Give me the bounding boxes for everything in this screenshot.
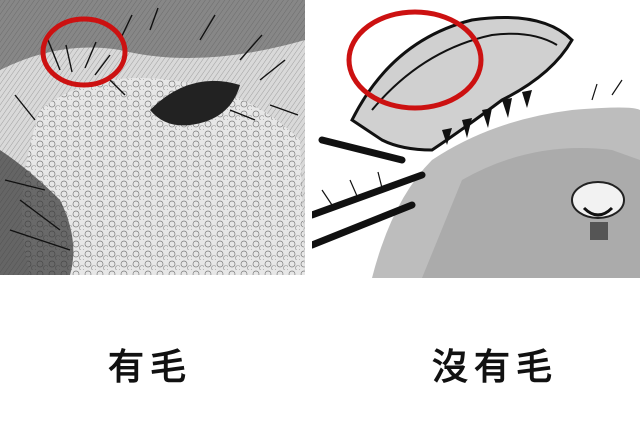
left-sketch-panel	[0, 0, 305, 275]
hairless-crab-sketch	[312, 0, 640, 278]
right-sketch-panel	[312, 0, 640, 278]
caption-hairless: 沒有毛	[432, 346, 559, 388]
hairy-crab-sketch	[0, 0, 305, 275]
caption-hairy: 有毛	[108, 346, 193, 388]
